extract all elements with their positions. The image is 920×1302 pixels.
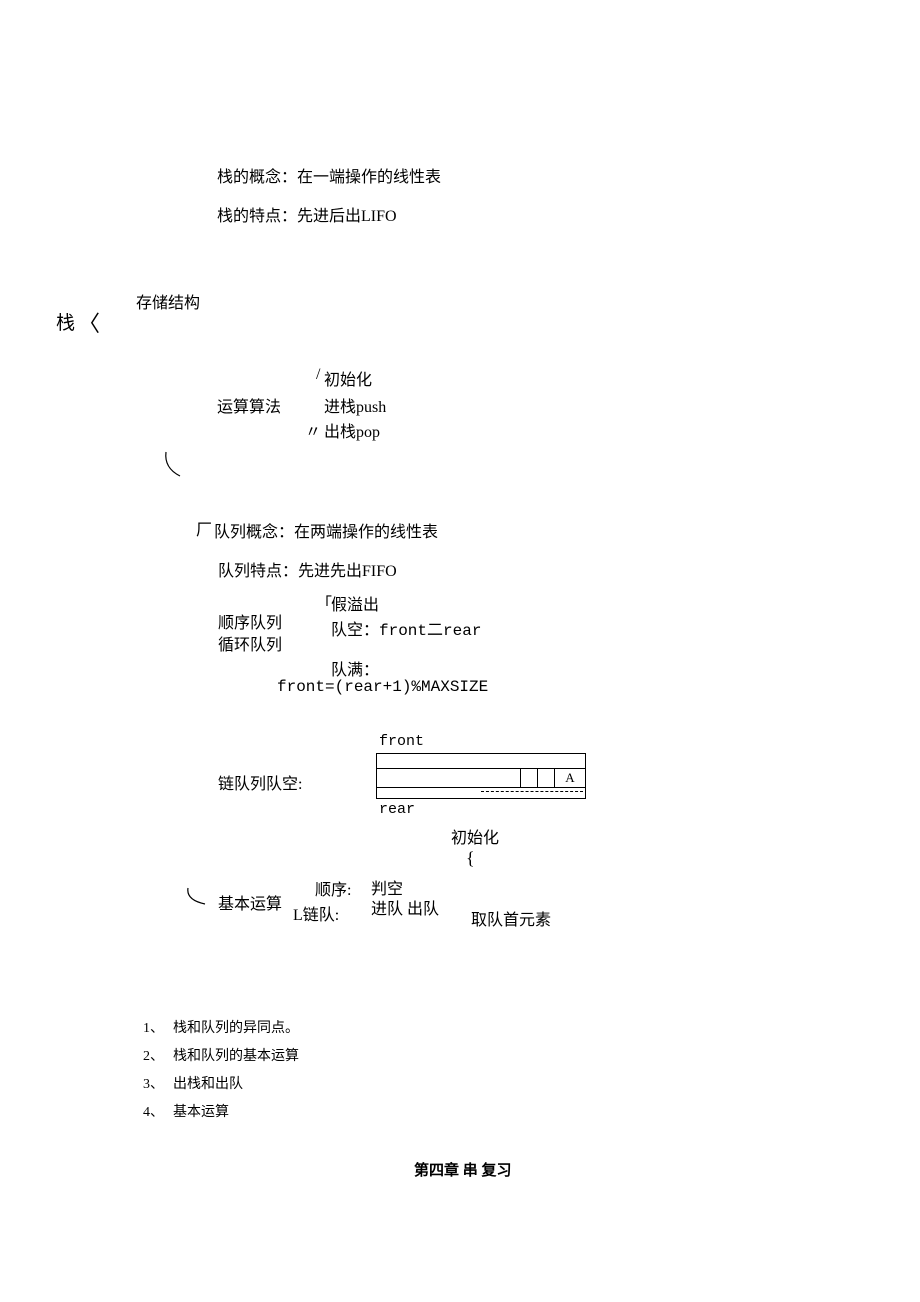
curve-stroke-2-icon [183,886,213,908]
link-sub-label: L链队: [293,901,339,925]
front-label: front [379,733,424,750]
get-front-elem: 取队首元素 [471,906,551,930]
factory-icon: 厂 [196,516,212,540]
list-text-2: 栈和队列的基本运算 [173,1043,299,1071]
seq-sub-label: 顺序: [315,876,351,900]
stack-feature: 栈的特点：先进后出LIFO [217,202,397,226]
document-page: 栈的概念：在一端操作的线性表 栈的特点：先进后出LIFO 存储结构 栈 〈 运算… [0,0,920,1302]
cell-a: A [554,769,585,787]
stack-concept: 栈的概念：在一端操作的线性表 [217,163,441,187]
stack-storage: 存储结构 [136,289,200,313]
queue-init: 初始化 [451,824,499,848]
rear-label: rear [379,801,415,818]
list-item: 2、 栈和队列的基本运算 [143,1043,299,1071]
list-item: 1、 栈和队列的异同点。 [143,1015,299,1043]
queue-diagram: A [376,753,586,799]
chapter-title: 第四章 串 复习 [414,1159,512,1180]
list-text-3: 出栈和出队 [173,1071,243,1099]
list-num-4: 4、 [143,1099,173,1127]
enqueue-dequeue: 进队 出队 [371,895,439,919]
queue-concept: 队列概念：在两端操作的线性表 [214,518,438,542]
list-item: 3、 出栈和出队 [143,1071,299,1099]
brace-small-icon: { [466,848,475,869]
stack-algo-label: 运算算法 [217,393,281,417]
stack-push: 进栈push [324,393,386,417]
fake-overflow: 假溢出 [331,591,379,615]
bracket-top-icon: 「 [316,590,332,614]
link-queue-empty-label: 链队列队空: [218,770,302,794]
stack-angle-icon: 〈 [78,306,100,338]
quote-icon: 〃 [305,418,321,442]
list-num-1: 1、 [143,1015,173,1043]
summary-list: 1、 栈和队列的异同点。 2、 栈和队列的基本运算 3、 出栈和出队 4、 基本… [143,1015,299,1127]
slash-icon: / [316,366,320,384]
seq-queue-label: 顺序队列 [218,609,282,633]
list-num-2: 2、 [143,1043,173,1071]
stack-root-label: 栈 [56,308,75,335]
queue-full-formula: front=(rear+1)%MAXSIZE [277,678,488,696]
list-text-1: 栈和队列的异同点。 [173,1015,299,1043]
stack-pop: 出栈pop [324,418,380,442]
list-text-4: 基本运算 [173,1099,229,1127]
basic-ops-label: 基本运算 [218,890,282,914]
stack-init: 初始化 [324,366,372,390]
list-item: 4、 基本运算 [143,1099,299,1127]
queue-full-label: 队满： [331,656,379,680]
queue-empty-cond: 队空：front二rear [331,616,481,640]
queue-feature: 队列特点：先进先出FIFO [218,557,397,581]
curve-stroke-icon [160,450,190,480]
list-num-3: 3、 [143,1071,173,1099]
circ-queue-label: 循环队列 [218,631,282,655]
